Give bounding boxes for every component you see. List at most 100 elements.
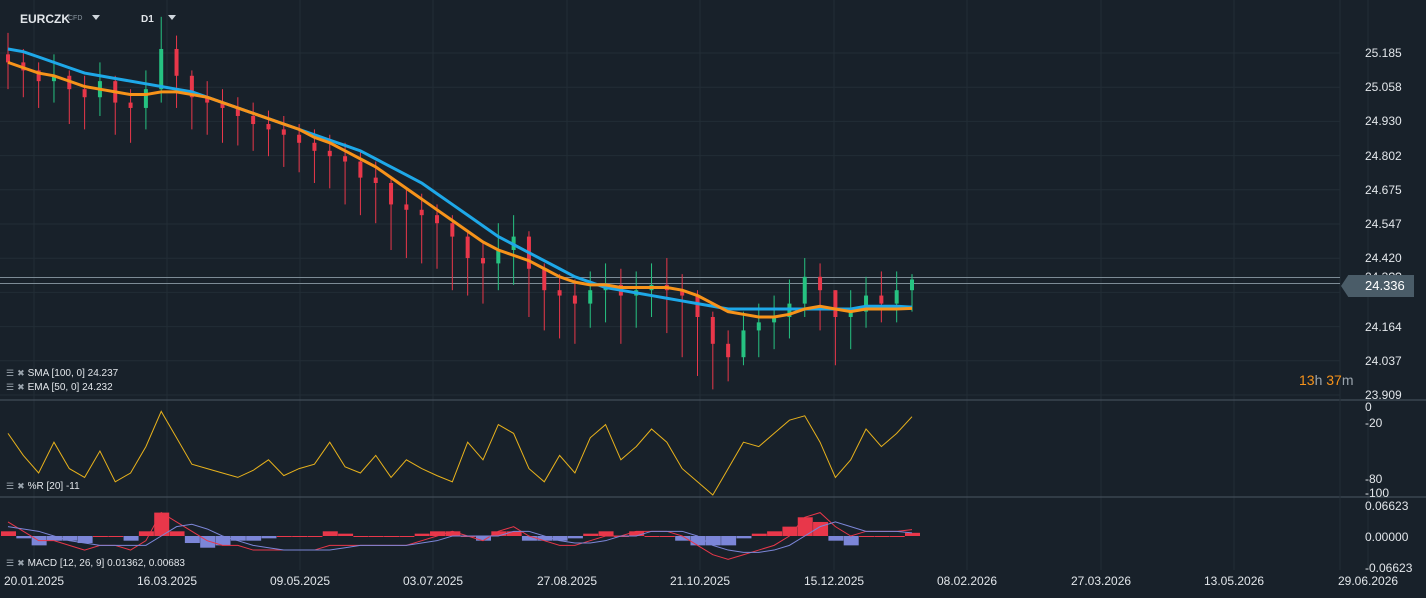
price-axis-label: 24.420 [1365, 251, 1402, 266]
macd-histogram-bar [230, 536, 246, 541]
candle-body [435, 215, 440, 224]
date-axis-label: 27.03.2026 [1071, 574, 1132, 588]
remove-icon[interactable]: ✖ [17, 368, 25, 379]
candle-body [465, 236, 470, 259]
macd-histogram-bar [644, 536, 660, 537]
remove-icon[interactable]: ✖ [17, 382, 25, 393]
macd-histogram-bar [843, 536, 859, 546]
countdown-m-unit: m [1341, 372, 1354, 388]
candle-body [159, 48, 164, 90]
chart-canvas[interactable] [0, 0, 1426, 598]
price-axis-label: 24.930 [1365, 114, 1402, 129]
macd-histogram-bar [889, 536, 905, 537]
candle-body [297, 134, 302, 143]
wr-axis-80: -80 [1365, 472, 1383, 486]
date-axis-label: 20.01.2025 [4, 574, 65, 588]
macd-histogram-bar [353, 536, 369, 537]
price-axis-label: 25.058 [1365, 80, 1402, 95]
candle-body [419, 209, 424, 216]
timeframe-dropdown-icon[interactable] [168, 15, 176, 20]
candle-body [343, 156, 348, 162]
candle-body [818, 276, 823, 291]
date-axis-label: 21.10.2025 [670, 574, 731, 588]
candle-body [894, 290, 899, 304]
macd-histogram-bar [276, 536, 292, 537]
macd-histogram-bar [138, 531, 154, 536]
sma-label: SMA [100, 0] 24.237 [27, 368, 119, 379]
date-axis-label: 16.03.2025 [137, 574, 198, 588]
macd-histogram-bar [430, 531, 446, 536]
macd-histogram-bar [292, 536, 308, 537]
macd-histogram-bar [246, 536, 262, 541]
sma-line [7, 47, 913, 311]
macd-histogram-bar [62, 536, 78, 541]
macd-axis-bottom: -0.06623 [1365, 561, 1413, 575]
symbol-dropdown-icon[interactable] [92, 15, 100, 20]
macd-histogram-bar [537, 536, 553, 541]
wr-axis-100: -100 [1365, 486, 1390, 500]
sma-legend: ☰ ✖ SMA [100, 0] 24.237 [6, 368, 118, 379]
williams-r-line [7, 410, 913, 496]
candle-body [910, 279, 914, 291]
candle-body [726, 343, 731, 358]
candle-body [327, 150, 332, 157]
macd-label: MACD [12, 26, 9] 0.01362, 0.00683 [27, 558, 185, 569]
macd-histogram-bar [16, 536, 32, 539]
settings-icon[interactable]: ☰ [6, 382, 14, 393]
candle-body [557, 290, 562, 296]
candle-body [281, 129, 286, 135]
date-axis-label: 09.05.2025 [270, 574, 331, 588]
ema-label: EMA [50, 0] 24.232 [27, 382, 113, 393]
macd-axis-top: 0.06623 [1365, 499, 1409, 513]
settings-icon[interactable]: ☰ [6, 558, 14, 569]
wr-label: %R [20] -11 [27, 481, 80, 492]
price-axis-label: 24.037 [1365, 353, 1402, 368]
timeframe-selector[interactable]: D1 [141, 14, 154, 25]
wr-axis-20: -20 [1365, 416, 1383, 430]
macd-histogram-bar [874, 536, 890, 537]
countdown-minutes: 37 [1326, 372, 1342, 388]
remove-icon[interactable]: ✖ [17, 558, 25, 569]
macd-histogram-bar [521, 536, 537, 541]
macd-histogram-bar [751, 533, 767, 536]
macd-histogram-bar [828, 536, 844, 541]
wr-axis-0: 0 [1365, 400, 1372, 414]
settings-icon[interactable]: ☰ [6, 481, 14, 492]
macd-histogram-bar [322, 531, 338, 536]
macd-histogram-bar [261, 536, 277, 539]
candle-body [695, 295, 700, 318]
macd-histogram-bar [338, 533, 354, 536]
macd-histogram-bar [583, 533, 599, 536]
macd-histogram-bar [184, 536, 200, 544]
macd-histogram-bar [905, 532, 920, 536]
candle-body [450, 223, 455, 237]
price-axis-label: 24.675 [1365, 182, 1402, 197]
settings-icon[interactable]: ☰ [6, 368, 14, 379]
candle-body [741, 330, 746, 358]
date-axis-label: 15.12.2025 [804, 574, 865, 588]
remove-icon[interactable]: ✖ [17, 481, 25, 492]
candle-body [266, 124, 271, 130]
macd-histogram-bar [721, 536, 737, 546]
macd-histogram-bar [782, 526, 798, 536]
countdown-h-unit: h [1314, 372, 1323, 388]
wr-legend: ☰ ✖ %R [20] -11 [6, 481, 80, 492]
macd-histogram-bar [767, 531, 783, 536]
macd-histogram-bar [859, 536, 875, 537]
date-axis-label: 03.07.2025 [403, 574, 464, 588]
price-axis-label: 24.547 [1365, 217, 1402, 231]
macd-histogram-bar [659, 536, 675, 537]
current-price-label: 24.336 [1365, 278, 1405, 293]
symbol-selector[interactable]: EURCZK [20, 12, 70, 26]
macd-histogram-bar [690, 536, 706, 546]
macd-histogram-bar [705, 536, 721, 546]
candle-body [82, 89, 87, 98]
candle-body [542, 268, 547, 291]
candle-body [588, 290, 593, 304]
macd-histogram-bar [629, 531, 645, 536]
date-axis-label: 27.08.2025 [537, 574, 598, 588]
macd-histogram-bar [506, 531, 522, 536]
candle-body [174, 48, 179, 76]
candle-body [143, 89, 148, 108]
macd-histogram-bar [108, 536, 124, 537]
